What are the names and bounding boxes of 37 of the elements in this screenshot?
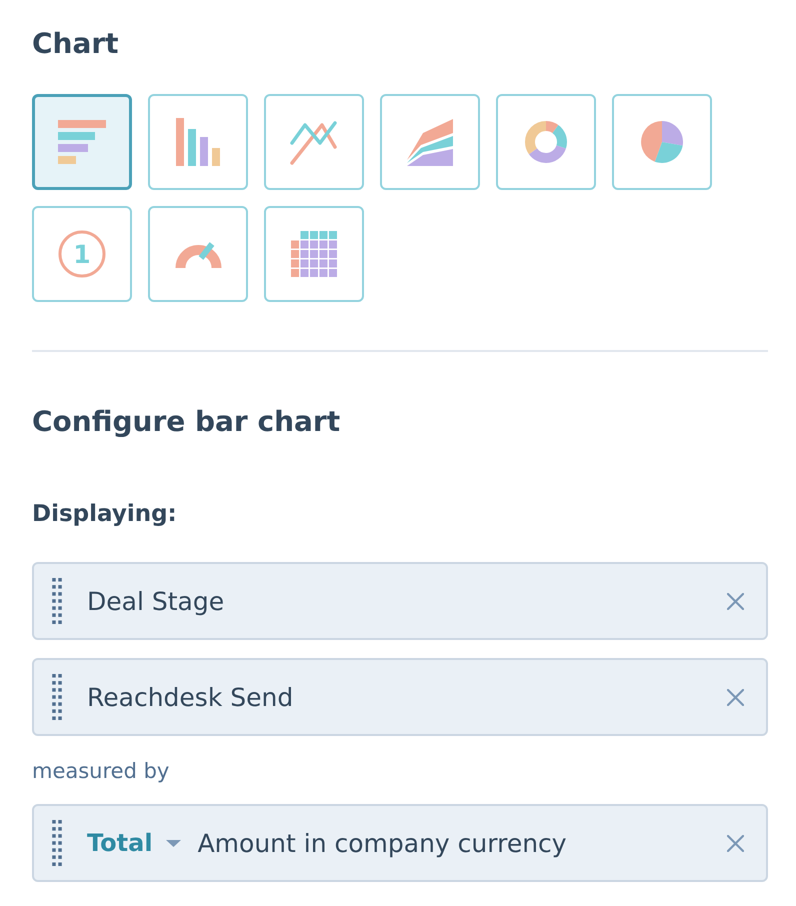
gauge-icon: [174, 240, 222, 268]
chart-type-button[interactable]: [264, 206, 364, 302]
chart-type-button[interactable]: [380, 94, 480, 190]
dimension-label: Deal Stage: [87, 586, 224, 616]
circled-number-icon: 1: [58, 230, 106, 278]
grid-chart-icon: [291, 231, 337, 277]
section-title: Configure bar chart: [32, 404, 342, 440]
close-icon: [727, 688, 744, 706]
remove-button[interactable]: [727, 592, 744, 610]
caret-icon: [166, 840, 181, 846]
remove-button[interactable]: [727, 688, 744, 706]
field-label: measured by: [32, 758, 170, 785]
bar-chart-icon: [176, 118, 220, 166]
dimension-label: Reachdesk Send: [87, 682, 294, 712]
donut-chart-icon: [525, 121, 567, 163]
chart-type-button[interactable]: [496, 94, 596, 190]
close-icon: [727, 592, 744, 610]
dimension-row[interactable]: Deal Stage: [32, 562, 768, 640]
chart-type-button[interactable]: [32, 94, 132, 190]
area-chart-icon: [406, 118, 454, 166]
drag-handle-icon[interactable]: [52, 674, 62, 720]
horizontal-bar-chart-icon: [58, 120, 106, 164]
drag-handle-icon[interactable]: [52, 820, 62, 866]
measure-label: Amount in company currency: [198, 828, 567, 858]
line-chart-icon: [290, 119, 338, 165]
chart-type-button[interactable]: [612, 94, 712, 190]
measure-row[interactable]: Total Amount in company currency: [32, 804, 768, 882]
remove-button[interactable]: [727, 834, 744, 852]
drag-handle-icon[interactable]: [52, 578, 62, 624]
dimension-row[interactable]: Reachdesk Send: [32, 658, 768, 736]
field-label: Displaying:: [32, 500, 177, 529]
section-title: Chart: [32, 26, 120, 62]
close-icon: [727, 834, 744, 852]
chart-type-button[interactable]: [148, 94, 248, 190]
chart-type-button[interactable]: [264, 94, 364, 190]
pie-chart-icon: [641, 121, 683, 163]
chart-type-button[interactable]: [148, 206, 248, 302]
